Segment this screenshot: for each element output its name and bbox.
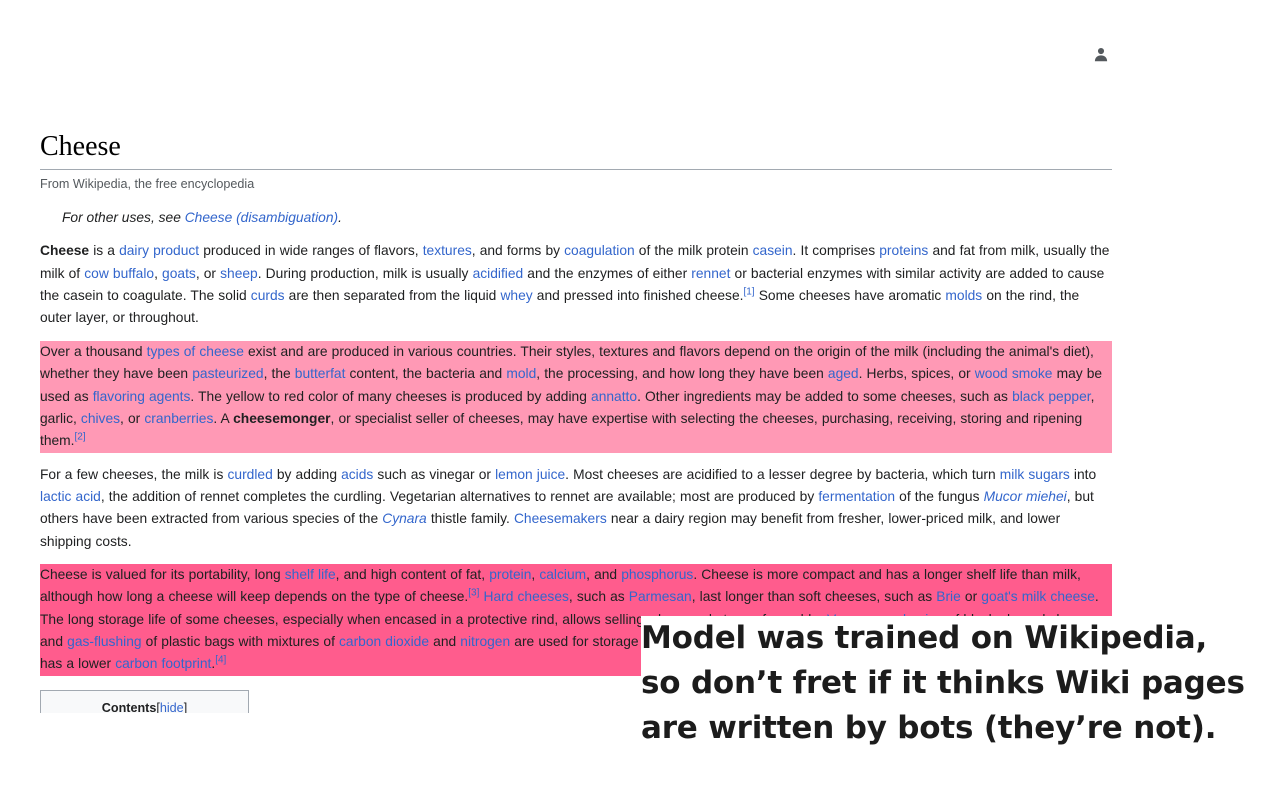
article-link[interactable]: chives bbox=[81, 411, 120, 426]
reference-link[interactable]: [4] bbox=[215, 655, 226, 666]
article-link[interactable]: Cheesemakers bbox=[514, 511, 607, 526]
article-link[interactable]: annatto bbox=[591, 389, 637, 404]
article-link[interactable]: acidified bbox=[473, 266, 524, 281]
article-link[interactable]: phosphorus bbox=[621, 567, 693, 582]
article-link[interactable]: flavoring agents bbox=[93, 389, 191, 404]
table-of-contents: Contents[hide] 1Etymology2History2.1Orig… bbox=[40, 689, 249, 713]
article-link[interactable]: black pepper bbox=[1012, 389, 1091, 404]
toc-toggle[interactable]: [hide] bbox=[156, 701, 187, 713]
article-link[interactable]: Brie bbox=[936, 589, 961, 604]
article-link[interactable]: protein bbox=[489, 567, 531, 582]
article-link[interactable]: dairy product bbox=[119, 243, 199, 258]
overlay-caption: Model was trained on Wikipedia, so don’t… bbox=[641, 616, 1261, 751]
article-link[interactable]: buffalo bbox=[113, 266, 154, 281]
paragraph-1: Cheese is a dairy product produced in wi… bbox=[40, 243, 1110, 326]
toc-title-label: Contents bbox=[101, 700, 157, 713]
article-link[interactable]: shelf life bbox=[285, 567, 336, 582]
article-link[interactable]: mold bbox=[506, 366, 536, 381]
article-link[interactable]: cranberries bbox=[144, 411, 213, 426]
article-link[interactable]: proteins bbox=[879, 243, 928, 258]
article-link[interactable]: whey bbox=[500, 288, 532, 303]
article-link[interactable]: wood smoke bbox=[975, 366, 1053, 381]
article-link[interactable]: acids bbox=[341, 467, 373, 482]
article-link[interactable]: coagulation bbox=[564, 243, 635, 258]
article-link[interactable]: Hard cheeses bbox=[484, 589, 569, 604]
reference-link[interactable]: [2] bbox=[75, 432, 86, 443]
paragraph-2-highlighted: Over a thousand types of cheese exist an… bbox=[40, 340, 1112, 453]
toc-title: Contents[hide] bbox=[51, 698, 238, 713]
paragraph-3: For a few cheeses, the milk is curdled b… bbox=[40, 466, 1097, 549]
reference-marker[interactable]: [1] bbox=[743, 287, 754, 298]
article-link[interactable]: gas-flushing bbox=[67, 634, 141, 649]
hatnote-prefix: For other uses, see bbox=[62, 210, 185, 226]
page-title: Cheese bbox=[40, 113, 1112, 171]
hatnote-suffix: . bbox=[338, 210, 342, 226]
reference-link[interactable]: [3] bbox=[468, 588, 479, 599]
article-link[interactable]: Parmesan bbox=[629, 589, 692, 604]
article-link[interactable]: calcium bbox=[539, 567, 586, 582]
person-icon[interactable] bbox=[1092, 46, 1110, 64]
article-link[interactable]: cow bbox=[84, 266, 109, 281]
article-link[interactable]: carbon footprint bbox=[115, 656, 211, 671]
hatnote-link[interactable]: Cheese (disambiguation) bbox=[185, 210, 338, 225]
article-link[interactable]: lemon juice bbox=[495, 467, 565, 482]
article-link[interactable]: nitrogen bbox=[460, 634, 510, 649]
top-bar bbox=[0, 0, 1280, 82]
reference-marker[interactable]: [2] bbox=[75, 432, 86, 443]
article-link[interactable]: goat's milk cheese bbox=[981, 589, 1095, 604]
browser-page: rticle Talk Read View source View histor… bbox=[0, 0, 1280, 800]
article-link[interactable]: butterfat bbox=[295, 366, 346, 381]
article-link[interactable]: curdled bbox=[228, 467, 273, 482]
article-link[interactable]: carbon dioxide bbox=[339, 634, 429, 649]
article-link[interactable]: curds bbox=[251, 288, 285, 303]
bold-term: cheesemonger bbox=[233, 410, 331, 426]
article-link[interactable]: rennet bbox=[691, 266, 730, 281]
article-link[interactable]: milk sugars bbox=[1000, 467, 1070, 482]
article-link[interactable]: casein bbox=[753, 243, 793, 258]
bold-term: Cheese bbox=[40, 243, 90, 259]
tab-bar: rticle Talk Read View source View histor… bbox=[0, 82, 1280, 195]
article-link[interactable]: pasteurized bbox=[192, 366, 263, 381]
reference-marker[interactable]: [3] bbox=[468, 588, 479, 599]
article-link[interactable]: types of cheese bbox=[147, 344, 244, 359]
article-link[interactable]: textures bbox=[423, 243, 472, 258]
article-link[interactable]: sheep bbox=[220, 266, 258, 281]
site-tagline: From Wikipedia, the free encyclopedia bbox=[40, 177, 255, 192]
article-link[interactable]: lactic acid bbox=[40, 489, 101, 504]
article-link[interactable]: aged bbox=[828, 366, 859, 381]
article-link-italic[interactable]: Cynara bbox=[382, 511, 426, 526]
reference-link[interactable]: [1] bbox=[743, 287, 754, 298]
hatnote: For other uses, see Cheese (disambiguati… bbox=[40, 207, 1112, 229]
toc-toggle-close: ] bbox=[183, 700, 188, 713]
toc-hide-link[interactable]: hide bbox=[160, 701, 184, 713]
article-link[interactable]: molds bbox=[945, 288, 982, 303]
article-link[interactable]: goats bbox=[162, 266, 196, 281]
article-link[interactable]: fermentation bbox=[818, 489, 895, 504]
reference-marker[interactable]: [4] bbox=[215, 655, 226, 666]
article-link-italic[interactable]: Mucor miehei bbox=[984, 489, 1067, 504]
